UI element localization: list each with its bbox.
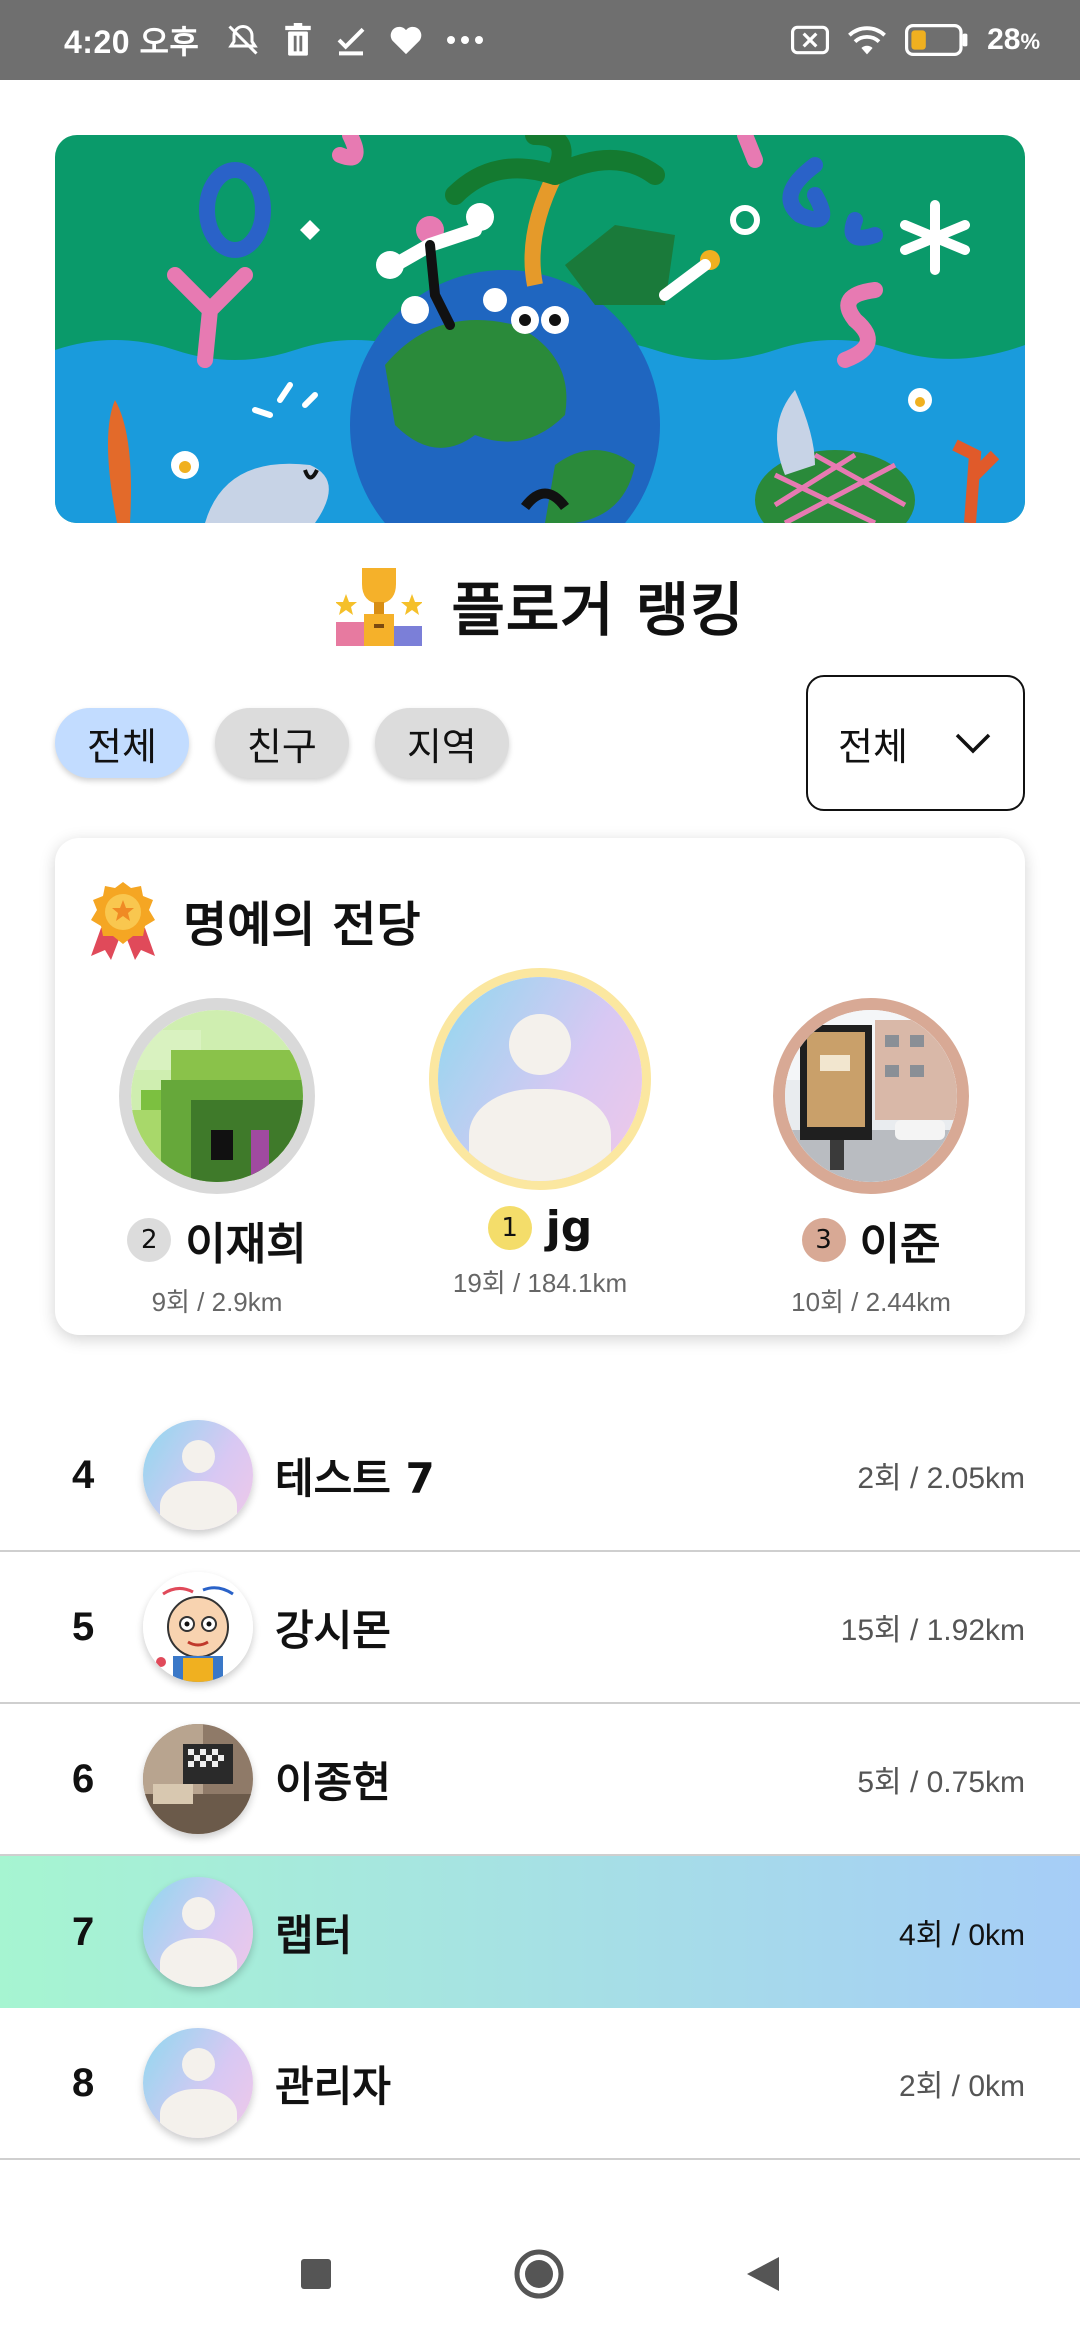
rank-badge: 3 — [801, 1218, 846, 1262]
user-stats: 2회 / 2.05km — [857, 1462, 1025, 1495]
tab-region[interactable]: 지역 — [374, 708, 509, 778]
list-item-current-user[interactable]: 7 랩터 4회 / 0km — [0, 1856, 1080, 2008]
hall-of-fame-card: 명예의 전당 2 이재희 9회 / 2.9km 1 jg 19회 / 184.1… — [55, 838, 1025, 1335]
avatar — [143, 1420, 253, 1530]
user-name: 테스트 7 — [275, 1453, 435, 1503]
avatar — [143, 1572, 253, 1682]
battery-percent: 28% — [987, 23, 1040, 56]
user-stats: 5회 / 0.75km — [857, 1766, 1025, 1799]
podium-name: 이준 — [859, 1219, 941, 1270]
podium-stats: 19회 / 184.1km — [452, 1268, 628, 1298]
list-item[interactable]: 5 강시몬 15회 / 1.92km — [0, 1552, 1080, 1704]
podium-stats: 10회 / 2.44km — [791, 1287, 951, 1317]
rank-badge: 2 — [127, 1218, 172, 1262]
scope-dropdown[interactable]: 전체 — [806, 675, 1025, 811]
avatar — [143, 2028, 253, 2138]
notifications-off-icon — [228, 24, 259, 55]
user-stats: 4회 / 0km — [899, 1919, 1025, 1952]
dropdown-value: 전체 — [838, 724, 908, 769]
user-name: 이종현 — [275, 1757, 391, 1807]
heart-icon — [391, 26, 422, 55]
page-title: 플로거 랭킹 — [451, 576, 745, 644]
avatar — [143, 1877, 253, 1987]
hall-of-fame-title: 명예의 전당 — [183, 897, 421, 953]
system-nav-bar — [0, 2208, 1080, 2340]
trophy-podium-icon — [335, 568, 422, 646]
more-icon — [447, 36, 484, 44]
title-row: 플로거 랭킹 — [0, 555, 1080, 655]
rank-number: 4 — [72, 1452, 95, 1497]
sim-off-icon — [791, 25, 830, 55]
user-stats: 2회 / 0km — [899, 2070, 1025, 2103]
podium-name: 이재희 — [185, 1219, 307, 1270]
chevron-down-icon — [955, 733, 991, 754]
user-name: 랩터 — [275, 1910, 353, 1960]
ranking-list: 4 테스트 7 2회 / 2.05km 5 강시몬 15회 / 1.92km 6… — [0, 1400, 1080, 2160]
avatar — [429, 968, 651, 1190]
home-button[interactable] — [513, 2248, 565, 2300]
battery-icon — [905, 24, 968, 56]
check-icon — [337, 27, 365, 56]
trash-icon — [285, 23, 312, 56]
status-time: 4:20 오후 — [64, 24, 200, 60]
podium-name: jg — [545, 1202, 593, 1253]
rank-badge: 1 — [487, 1205, 532, 1250]
tab-all[interactable]: 전체 — [55, 708, 189, 778]
earth-illustration — [55, 135, 1025, 523]
medal-icon — [91, 882, 155, 960]
back-button[interactable] — [745, 2255, 781, 2293]
user-stats: 15회 / 1.92km — [840, 1614, 1025, 1647]
tab-friends[interactable]: 친구 — [214, 708, 349, 778]
list-item[interactable]: 8 관리자 2회 / 0km — [0, 2008, 1080, 2160]
avatar — [143, 1724, 253, 1834]
rank-number: 5 — [72, 1604, 95, 1649]
podium-rank-3[interactable]: 3 이준 10회 / 2.44km — [711, 988, 1031, 1319]
status-bar: 4:20 오후 28% — [0, 0, 1080, 80]
user-name: 강시몬 — [275, 1605, 391, 1655]
podium-rank-1[interactable]: 1 jg 19회 / 184.1km — [380, 968, 700, 1300]
rank-number: 6 — [72, 1756, 95, 1801]
recents-button[interactable] — [299, 2257, 333, 2291]
rank-number: 8 — [72, 2060, 95, 2105]
list-item[interactable]: 4 테스트 7 2회 / 2.05km — [0, 1400, 1080, 1552]
avatar — [119, 998, 315, 1194]
rank-number: 7 — [72, 1909, 95, 1954]
podium-stats: 9회 / 2.9km — [151, 1287, 283, 1317]
user-name: 관리자 — [275, 2061, 391, 2111]
filter-tabs: 전체 친구 지역 — [55, 708, 509, 778]
list-item[interactable]: 6 이종현 5회 / 0.75km — [0, 1704, 1080, 1856]
avatar — [773, 998, 969, 1194]
wifi-icon — [848, 26, 886, 55]
podium-rank-2[interactable]: 2 이재희 9회 / 2.9km — [57, 988, 377, 1319]
hero-banner — [55, 135, 1025, 523]
